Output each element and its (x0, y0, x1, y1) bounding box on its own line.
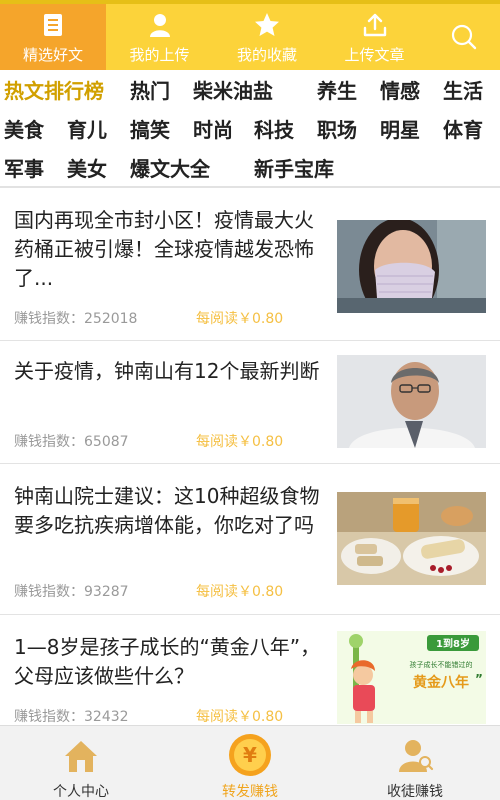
tab-my-favorites[interactable]: 我的收藏 (213, 4, 321, 70)
category-health[interactable]: 养生 (317, 78, 357, 104)
nav-label: 收徒赚钱 (387, 784, 443, 800)
coin-symbol: ¥ (243, 743, 257, 767)
doctor-portrait-photo (337, 355, 486, 448)
category-beauty[interactable]: 美女 (67, 156, 107, 182)
article-item[interactable]: 国内再现全市封小区！疫情最大火药桶正被引爆！全球疫情越发恐怖了... 赚钱指数：… (0, 188, 500, 340)
article-meta: 赚钱指数：93287 每阅读￥0.80 (14, 581, 283, 601)
article-thumbnail: 1到8岁 孩子成长不能错过的 黄金八年 ” (337, 631, 486, 724)
earning-index-value: 252018 (84, 311, 138, 327)
banner-title-text: 黄金八年 (413, 674, 469, 691)
category-parenting[interactable]: 育儿 (67, 117, 107, 143)
category-daily-life[interactable]: 柴米油盐 (193, 78, 273, 104)
nav-personal-center[interactable]: 个人中心 (36, 726, 126, 800)
article-title: 钟南山院士建议：这10种超级食物要多吃抗疾病增体能，你吃对了吗 (14, 484, 320, 537)
banner-subtitle-text: 孩子成长不能错过的 (410, 660, 473, 669)
category-emotion[interactable]: 情感 (380, 78, 420, 104)
article-thumbnail (337, 220, 486, 313)
reward-per-read: 每阅读￥0.80 (196, 434, 284, 450)
tab-label: 我的收藏 (236, 46, 297, 64)
category-funny[interactable]: 搞笑 (130, 117, 170, 143)
banner-age-text: 1到8岁 (436, 637, 470, 650)
category-food[interactable]: 美食 (4, 117, 44, 143)
earning-index-value: 65087 (84, 434, 129, 450)
house-icon (65, 741, 97, 772)
nav-share-earn[interactable]: ¥ 转发赚钱 (200, 726, 300, 800)
bottom-nav: 个人中心 ¥ 转发赚钱 收徒赚钱 (0, 725, 500, 800)
yen-coin-icon: ¥ (229, 734, 271, 776)
nav-recruit-earn[interactable]: 收徒赚钱 (370, 726, 460, 800)
tab-label: 我的上传 (129, 46, 190, 64)
category-beginner-guide[interactable]: 新手宝库 (254, 156, 334, 182)
category-sports[interactable]: 体育 (443, 117, 483, 143)
masked-woman-photo (337, 220, 486, 313)
user-icon (149, 14, 170, 37)
nav-label: 转发赚钱 (222, 784, 278, 800)
article-title: 国内再现全市封小区！疫情最大火药桶正被引爆！全球疫情越发恐怖了... (14, 208, 314, 290)
tab-my-uploads[interactable]: 我的上传 (106, 4, 213, 70)
category-viral-articles[interactable]: 爆文大全 (130, 156, 210, 182)
document-icon (44, 14, 62, 36)
tab-featured-articles[interactable]: 精选好文 (0, 4, 106, 70)
earning-index-label: 赚钱指数： (14, 709, 84, 725)
search-icon (451, 24, 477, 50)
earning-index-value: 93287 (84, 584, 129, 600)
article-meta: 赚钱指数：32432 每阅读￥0.80 (14, 706, 283, 725)
reward-per-read: 每阅读￥0.80 (196, 311, 284, 327)
food-photo (337, 492, 486, 585)
category-career[interactable]: 职场 (317, 117, 357, 143)
article-thumbnail (337, 492, 486, 585)
article-item[interactable]: 钟南山院士建议：这10种超级食物要多吃抗疾病增体能，你吃对了吗 赚钱指数：932… (0, 464, 500, 614)
category-hot-ranking[interactable]: 热文排行榜 (4, 78, 104, 104)
article-meta: 赚钱指数：65087 每阅读￥0.80 (14, 431, 283, 451)
cartoon-banner-image: 1到8岁 孩子成长不能错过的 黄金八年 ” (337, 631, 486, 724)
earning-index-label: 赚钱指数： (14, 434, 84, 450)
reward-per-read: 每阅读￥0.80 (196, 709, 284, 725)
tab-upload-article[interactable]: 上传文章 (321, 4, 428, 70)
star-icon (255, 13, 279, 36)
article-meta: 赚钱指数：252018 每阅读￥0.80 (14, 308, 283, 328)
article-list: 国内再现全市封小区！疫情最大火药桶正被引爆！全球疫情越发恐怖了... 赚钱指数：… (0, 188, 500, 725)
category-popular[interactable]: 热门 (130, 78, 170, 104)
category-celebrity[interactable]: 明星 (380, 117, 420, 143)
category-tech[interactable]: 科技 (254, 117, 294, 143)
article-item[interactable]: 1—8岁是孩子成长的“黄金八年”，父母应该做些什么？ 赚钱指数：32432 每阅… (0, 615, 500, 725)
search-button[interactable] (428, 4, 500, 70)
category-grid: 热文排行榜 热门 柴米油盐 养生 情感 生活 美食 育儿 搞笑 时尚 科技 职场… (0, 70, 500, 187)
reward-per-read: 每阅读￥0.80 (196, 584, 284, 600)
article-title: 1—8岁是孩子成长的“黄金八年”，父母应该做些什么？ (14, 635, 321, 688)
article-item[interactable]: 关于疫情，钟南山有12个最新判断 赚钱指数：65087 每阅读￥0.80 (0, 341, 500, 463)
banner-quote-mark: ” (475, 672, 483, 686)
category-military[interactable]: 军事 (4, 156, 44, 182)
article-thumbnail (337, 355, 486, 448)
category-lifestyle[interactable]: 生活 (443, 78, 483, 104)
category-fashion[interactable]: 时尚 (193, 117, 233, 143)
top-tab-bar: 精选好文 我的上传 我的收藏 上传文章 (0, 0, 500, 70)
earning-index-value: 32432 (84, 709, 129, 725)
nav-label: 个人中心 (53, 784, 109, 800)
earning-index-label: 赚钱指数： (14, 311, 84, 327)
upload-icon (363, 13, 386, 37)
tab-label: 精选好文 (22, 46, 83, 64)
tab-label: 上传文章 (344, 46, 405, 64)
earning-index-label: 赚钱指数： (14, 584, 84, 600)
article-title: 关于疫情，钟南山有12个最新判断 (14, 359, 320, 383)
person-icon (399, 740, 434, 772)
